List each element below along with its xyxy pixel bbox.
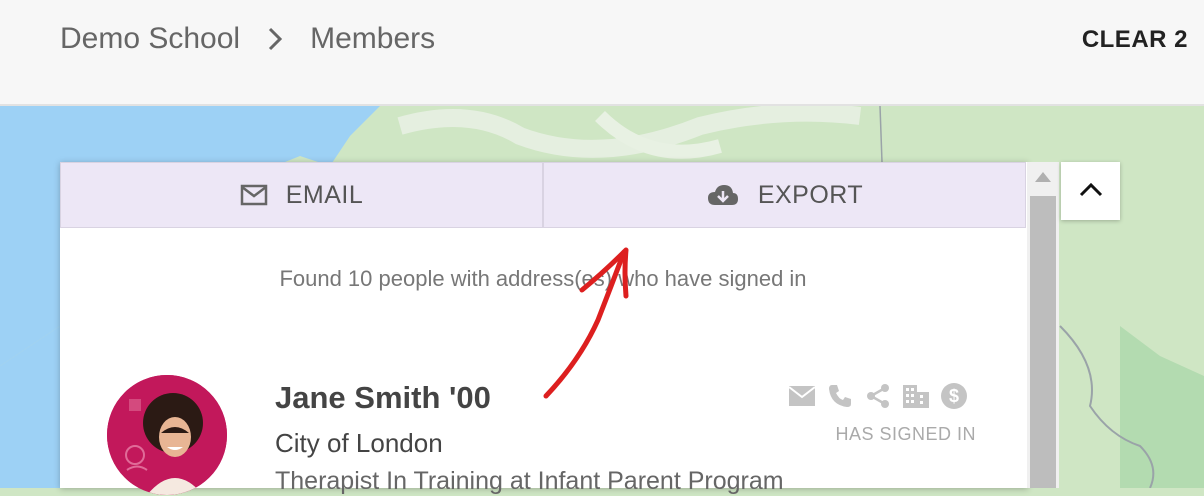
phone-icon[interactable] bbox=[825, 381, 855, 411]
email-icon[interactable] bbox=[787, 381, 817, 411]
action-bar: EMAIL EXPORT bbox=[60, 162, 1026, 228]
member-title: Therapist In Training at Infant Parent P… bbox=[275, 467, 784, 495]
avatar[interactable] bbox=[107, 375, 227, 495]
contact-icons: $ bbox=[787, 381, 969, 411]
email-label: EMAIL bbox=[285, 180, 364, 209]
dollar-icon[interactable]: $ bbox=[939, 381, 969, 411]
svg-text:$: $ bbox=[949, 386, 959, 406]
signed-in-status: HAS SIGNED IN bbox=[835, 424, 976, 444]
panel-scrollbar[interactable] bbox=[1027, 162, 1059, 488]
member-name[interactable]: Jane Smith '00 bbox=[275, 380, 491, 416]
share-icon[interactable] bbox=[863, 381, 893, 411]
building-icon[interactable] bbox=[901, 381, 931, 411]
mail-outline-icon bbox=[240, 184, 268, 206]
breadcrumb-current: Members bbox=[310, 22, 436, 55]
results-summary: Found 10 people with address(es) who hav… bbox=[279, 266, 807, 291]
scroll-up-arrow-icon[interactable] bbox=[1035, 172, 1051, 182]
breadcrumb-root[interactable]: Demo School bbox=[60, 22, 240, 56]
scrollbar-thumb[interactable] bbox=[1030, 196, 1056, 488]
email-button[interactable]: EMAIL bbox=[60, 162, 543, 228]
cloud-download-icon bbox=[706, 183, 740, 207]
export-button[interactable]: EXPORT bbox=[543, 162, 1026, 228]
export-label: EXPORT bbox=[757, 180, 864, 209]
chevron-right-icon bbox=[260, 24, 290, 54]
members-panel: EMAIL EXPORT Found 10 people with addres… bbox=[60, 162, 1028, 495]
clear-filters-button[interactable]: CLEAR 2 bbox=[1082, 26, 1188, 54]
breadcrumb: Demo School Members bbox=[60, 22, 435, 56]
member-location: City of London bbox=[275, 428, 443, 458]
top-bar: Demo School Members CLEAR 2 bbox=[0, 0, 1204, 106]
collapse-panel-button[interactable] bbox=[1061, 162, 1120, 220]
chevron-up-icon bbox=[1078, 181, 1104, 202]
